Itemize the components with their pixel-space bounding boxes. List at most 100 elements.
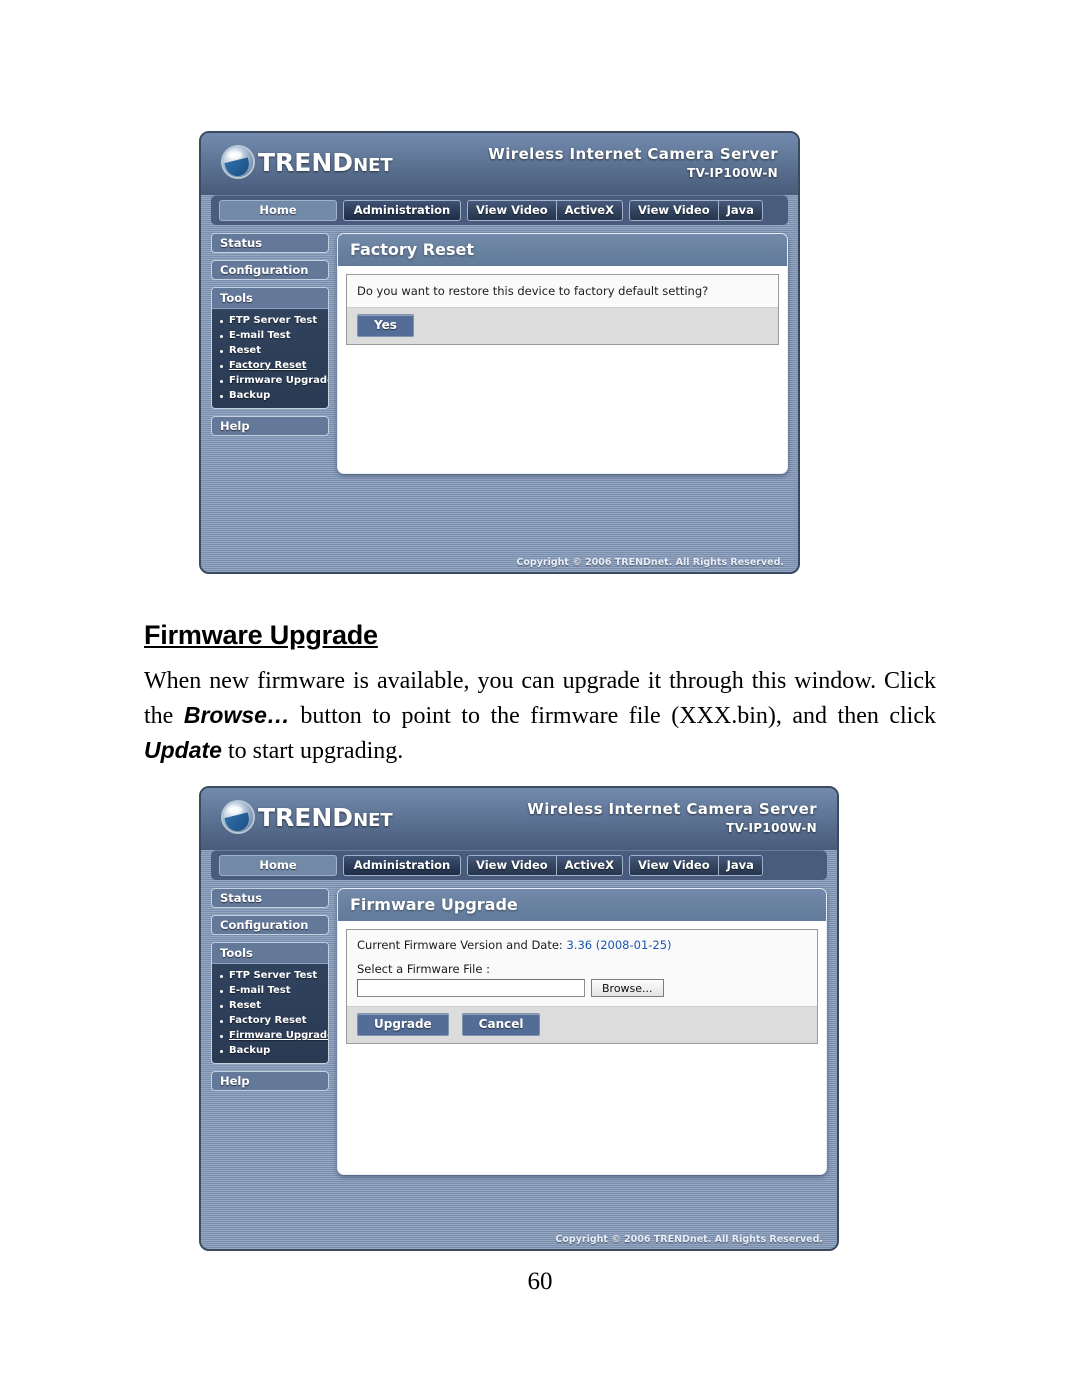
firmware-button-row: Upgrade Cancel xyxy=(347,1007,817,1043)
content-panel: Factory Reset Do you want to restore thi… xyxy=(337,233,788,474)
sidebar-subitem-ftp-server-test[interactable]: FTP Server Test xyxy=(212,968,328,983)
nav-activex[interactable]: ActiveX xyxy=(555,200,622,220)
browse-button[interactable]: Browse... xyxy=(591,979,664,997)
sidebar-item-help[interactable]: Help xyxy=(211,1071,329,1091)
paragraph-emphasis-update: Update xyxy=(144,737,222,763)
current-firmware-row: Current Firmware Version and Date: 3.36 … xyxy=(347,930,817,954)
sidebar-subitem-label: Reset xyxy=(229,1000,261,1011)
main-nav: Home Administration View Video ActiveX V… xyxy=(211,195,788,225)
sidebar-subitem-label: FTP Server Test xyxy=(229,315,318,326)
paragraph-emphasis-browse: Browse… xyxy=(183,702,290,728)
sidebar-item-tools[interactable]: Tools xyxy=(212,288,328,309)
globe-swoosh-icon xyxy=(223,147,253,177)
product-title: Wireless Internet Camera Server xyxy=(527,800,817,818)
nav-view-video-activex[interactable]: View Video xyxy=(468,855,556,875)
nav-java[interactable]: Java xyxy=(717,200,762,220)
yes-button[interactable]: Yes xyxy=(357,314,414,337)
sidebar-subitem-label: Firmware Upgrade xyxy=(229,1030,329,1041)
copyright-text: Copyright © 2006 TRENDnet. All Rights Re… xyxy=(555,1234,823,1245)
nav-java[interactable]: Java xyxy=(717,855,762,875)
sidebar-subitem-firmware-upgrade[interactable]: Firmware Upgrade xyxy=(212,373,328,388)
trendnet-logo: TRENDnet xyxy=(223,147,393,177)
panel-empty-area xyxy=(338,1052,826,1174)
sidebar-subitem-backup[interactable]: Backup xyxy=(212,1043,328,1058)
sidebar-subitem-label: Factory Reset xyxy=(229,360,307,371)
cancel-button[interactable]: Cancel xyxy=(461,1013,541,1036)
file-select-row: Browse... xyxy=(347,979,817,1007)
logo-brand: TREND xyxy=(258,802,354,832)
logo-brand: TREND xyxy=(258,147,354,177)
sidebar-subitem-factory-reset[interactable]: Factory Reset xyxy=(212,358,328,373)
ui-footer: Copyright © 2006 TRENDnet. All Rights Re… xyxy=(201,550,798,572)
panel-empty-area xyxy=(338,353,787,473)
panel-title: Factory Reset xyxy=(338,234,787,266)
select-firmware-file-label: Select a Firmware File : xyxy=(347,954,817,979)
sidebar: Status Configuration Tools FTP Server Te… xyxy=(211,888,329,1098)
nav-home[interactable]: Home xyxy=(219,854,337,876)
sidebar-subitem-label: FTP Server Test xyxy=(229,970,318,981)
nav-view-video-activex-group: View Video ActiveX xyxy=(467,854,623,876)
page-number: 60 xyxy=(527,1268,553,1295)
factory-reset-form: Do you want to restore this device to fa… xyxy=(346,274,779,345)
sidebar-item-tools[interactable]: Tools xyxy=(212,943,328,964)
ui-footer: Copyright © 2006 TRENDnet. All Rights Re… xyxy=(201,1227,837,1249)
sidebar: Status Configuration Tools FTP Server Te… xyxy=(211,233,329,443)
product-model: TV-IP100W-N xyxy=(687,166,778,180)
sidebar-group-tools: Tools FTP Server Test E-mail Test Reset … xyxy=(211,942,329,1064)
ui-header: TRENDnet Wireless Internet Camera Server… xyxy=(201,788,837,850)
nav-administration[interactable]: Administration xyxy=(343,854,461,876)
nav-view-video-java[interactable]: View Video xyxy=(629,200,718,220)
sidebar-item-status[interactable]: Status xyxy=(211,888,329,908)
firmware-upgrade-form: Current Firmware Version and Date: 3.36 … xyxy=(346,929,818,1044)
sidebar-item-help[interactable]: Help xyxy=(211,416,329,436)
sidebar-subitem-backup[interactable]: Backup xyxy=(212,388,328,403)
nav-view-video-activex[interactable]: View Video xyxy=(468,200,556,220)
nav-home[interactable]: Home xyxy=(219,199,337,221)
sidebar-subitem-email-test[interactable]: E-mail Test xyxy=(212,983,328,998)
nav-administration[interactable]: Administration xyxy=(343,199,461,221)
content-panel: Firmware Upgrade Current Firmware Versio… xyxy=(337,888,827,1175)
sidebar-subitem-label: Backup xyxy=(229,1045,271,1056)
factory-reset-question: Do you want to restore this device to fa… xyxy=(347,275,778,308)
sidebar-item-configuration[interactable]: Configuration xyxy=(211,915,329,935)
nav-activex[interactable]: ActiveX xyxy=(555,855,622,875)
ui-header: TRENDnet Wireless Internet Camera Server… xyxy=(201,133,798,195)
sidebar-subitem-reset[interactable]: Reset xyxy=(212,998,328,1013)
sidebar-subitem-email-test[interactable]: E-mail Test xyxy=(212,328,328,343)
body-paragraph: When new firmware is available, you can … xyxy=(144,664,936,768)
nav-view-video-java[interactable]: View Video xyxy=(629,855,718,875)
copyright-text: Copyright © 2006 TRENDnet. All Rights Re… xyxy=(516,557,784,568)
ui-body: Status Configuration Tools FTP Server Te… xyxy=(201,225,798,474)
screenshot-factory-reset: TRENDnet Wireless Internet Camera Server… xyxy=(199,131,800,574)
paragraph-part-2: button to point to the firmware file (XX… xyxy=(289,703,936,729)
sidebar-tools-list: FTP Server Test E-mail Test Reset Factor… xyxy=(212,309,328,408)
sidebar-subitem-firmware-upgrade[interactable]: Firmware Upgrade xyxy=(212,1028,328,1043)
sidebar-item-status[interactable]: Status xyxy=(211,233,329,253)
sidebar-subitem-label: E-mail Test xyxy=(229,330,291,341)
nav-view-video-java-group: View Video Java xyxy=(628,199,763,221)
panel-inner: Do you want to restore this device to fa… xyxy=(338,266,787,353)
main-nav: Home Administration View Video ActiveX V… xyxy=(211,850,827,880)
current-firmware-value: 3.36 (2008-01-25) xyxy=(566,938,672,952)
product-model: TV-IP100W-N xyxy=(726,821,817,835)
current-firmware-label: Current Firmware Version and Date: xyxy=(357,938,563,952)
logo-wordmark: TRENDnet xyxy=(258,150,393,175)
sidebar-subitem-label: E-mail Test xyxy=(229,985,291,996)
panel-title: Firmware Upgrade xyxy=(338,889,826,921)
panel-inner: Current Firmware Version and Date: 3.36 … xyxy=(338,921,826,1052)
sidebar-subitem-factory-reset[interactable]: Factory Reset xyxy=(212,1013,328,1028)
sidebar-item-configuration[interactable]: Configuration xyxy=(211,260,329,280)
sidebar-subitem-label: Factory Reset xyxy=(229,1015,307,1026)
firmware-file-input[interactable] xyxy=(357,979,585,997)
logo-brand-suffix: net xyxy=(353,802,393,832)
sidebar-subitem-reset[interactable]: Reset xyxy=(212,343,328,358)
factory-reset-button-row: Yes xyxy=(347,308,778,344)
logo-wordmark: TRENDnet xyxy=(258,805,393,830)
sidebar-subitem-label: Firmware Upgrade xyxy=(229,375,329,386)
screenshot-firmware-upgrade: TRENDnet Wireless Internet Camera Server… xyxy=(199,786,839,1251)
nav-view-video-activex-group: View Video ActiveX xyxy=(467,199,623,221)
sidebar-tools-list: FTP Server Test E-mail Test Reset Factor… xyxy=(212,964,328,1063)
upgrade-button[interactable]: Upgrade xyxy=(357,1013,449,1036)
sidebar-subitem-ftp-server-test[interactable]: FTP Server Test xyxy=(212,313,328,328)
ui-body: Status Configuration Tools FTP Server Te… xyxy=(201,880,837,1175)
